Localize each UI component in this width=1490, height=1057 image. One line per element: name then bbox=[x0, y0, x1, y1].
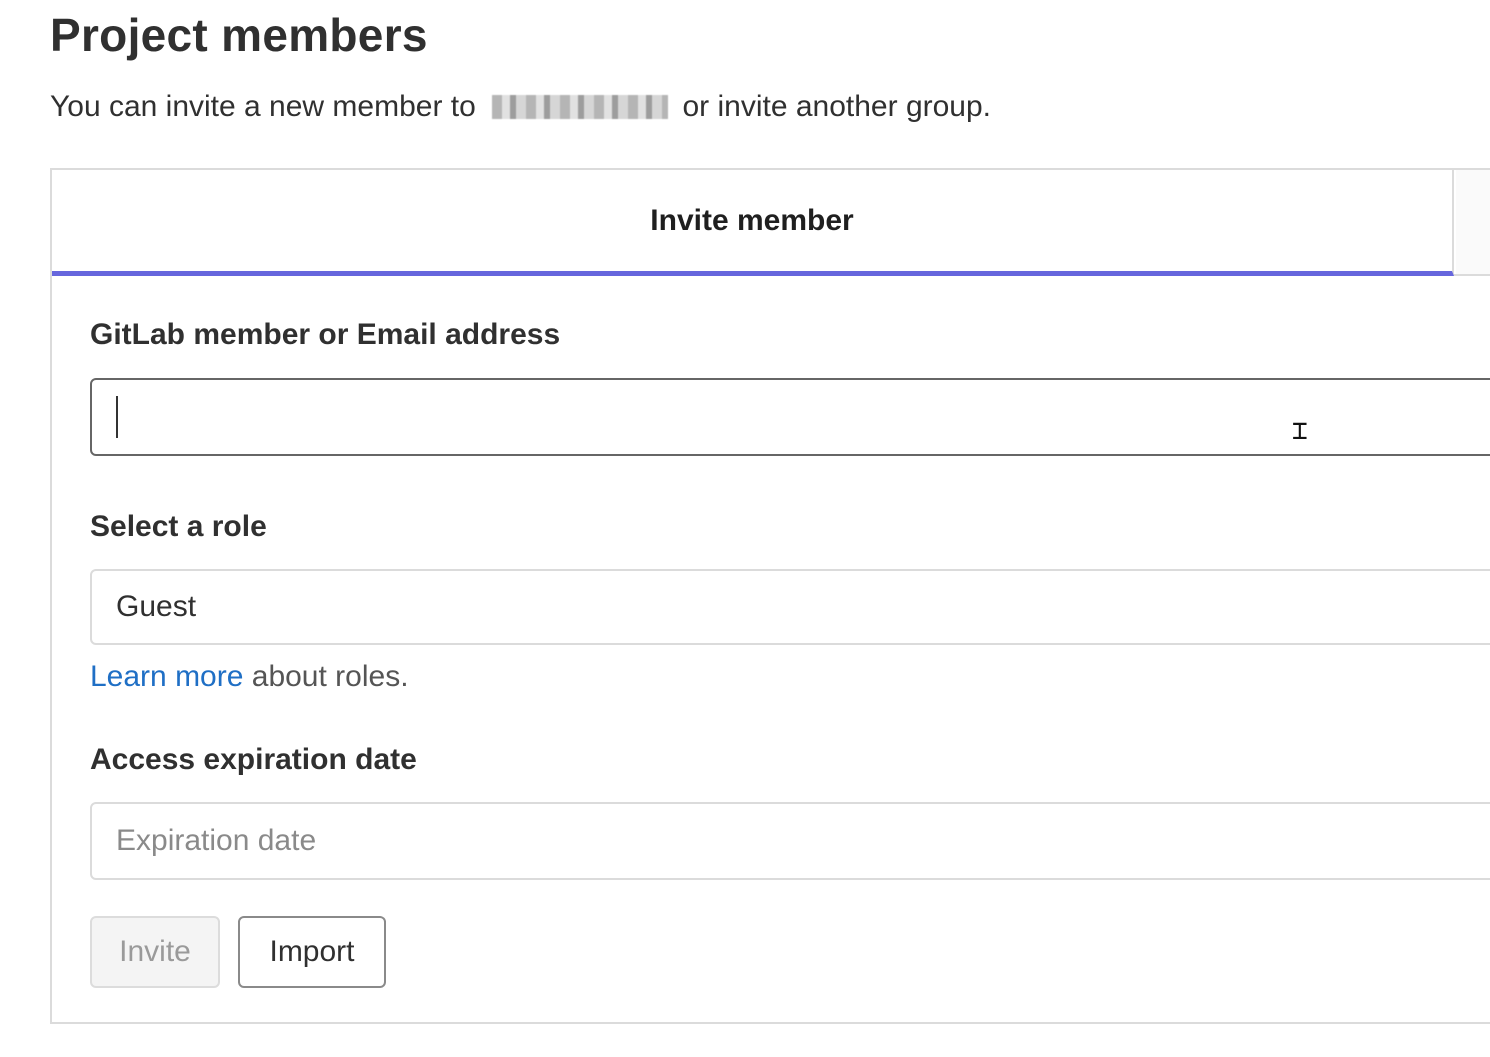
intro-after: or invite another group. bbox=[674, 90, 992, 123]
tab-bar: Invite member bbox=[52, 170, 1490, 276]
intro-before: You can invite a new member to bbox=[50, 90, 485, 123]
expiration-field-label: Access expiration date bbox=[90, 743, 417, 776]
intro-text: You can invite a new member to or invite… bbox=[50, 90, 991, 124]
role-field-label: Select a role bbox=[90, 510, 267, 543]
import-button[interactable]: Import bbox=[238, 916, 386, 988]
redacted-project-name bbox=[492, 95, 669, 119]
expiration-date-input[interactable]: Expiration date bbox=[90, 802, 1490, 880]
roles-help-rest: about roles. bbox=[243, 660, 409, 693]
member-field-label: GitLab member or Email address bbox=[90, 318, 561, 351]
invite-panel: Invite member GitLab member or Email add… bbox=[50, 168, 1490, 1024]
tab-invite-group[interactable] bbox=[1456, 170, 1490, 274]
role-selected-value: Guest bbox=[116, 590, 197, 623]
tab-invite-member[interactable]: Invite member bbox=[52, 170, 1454, 276]
invite-button[interactable]: Invite bbox=[90, 916, 220, 988]
expiration-placeholder: Expiration date bbox=[116, 824, 317, 857]
text-caret bbox=[116, 396, 118, 438]
page-title: Project members bbox=[50, 9, 428, 61]
member-search-input[interactable]: ⌶ bbox=[90, 378, 1490, 456]
roles-help-text: Learn more about roles. bbox=[90, 660, 409, 694]
i-beam-cursor-icon: ⌶ bbox=[1292, 416, 1308, 446]
learn-more-link[interactable]: Learn more bbox=[90, 660, 243, 693]
role-select[interactable]: Guest bbox=[90, 569, 1490, 645]
